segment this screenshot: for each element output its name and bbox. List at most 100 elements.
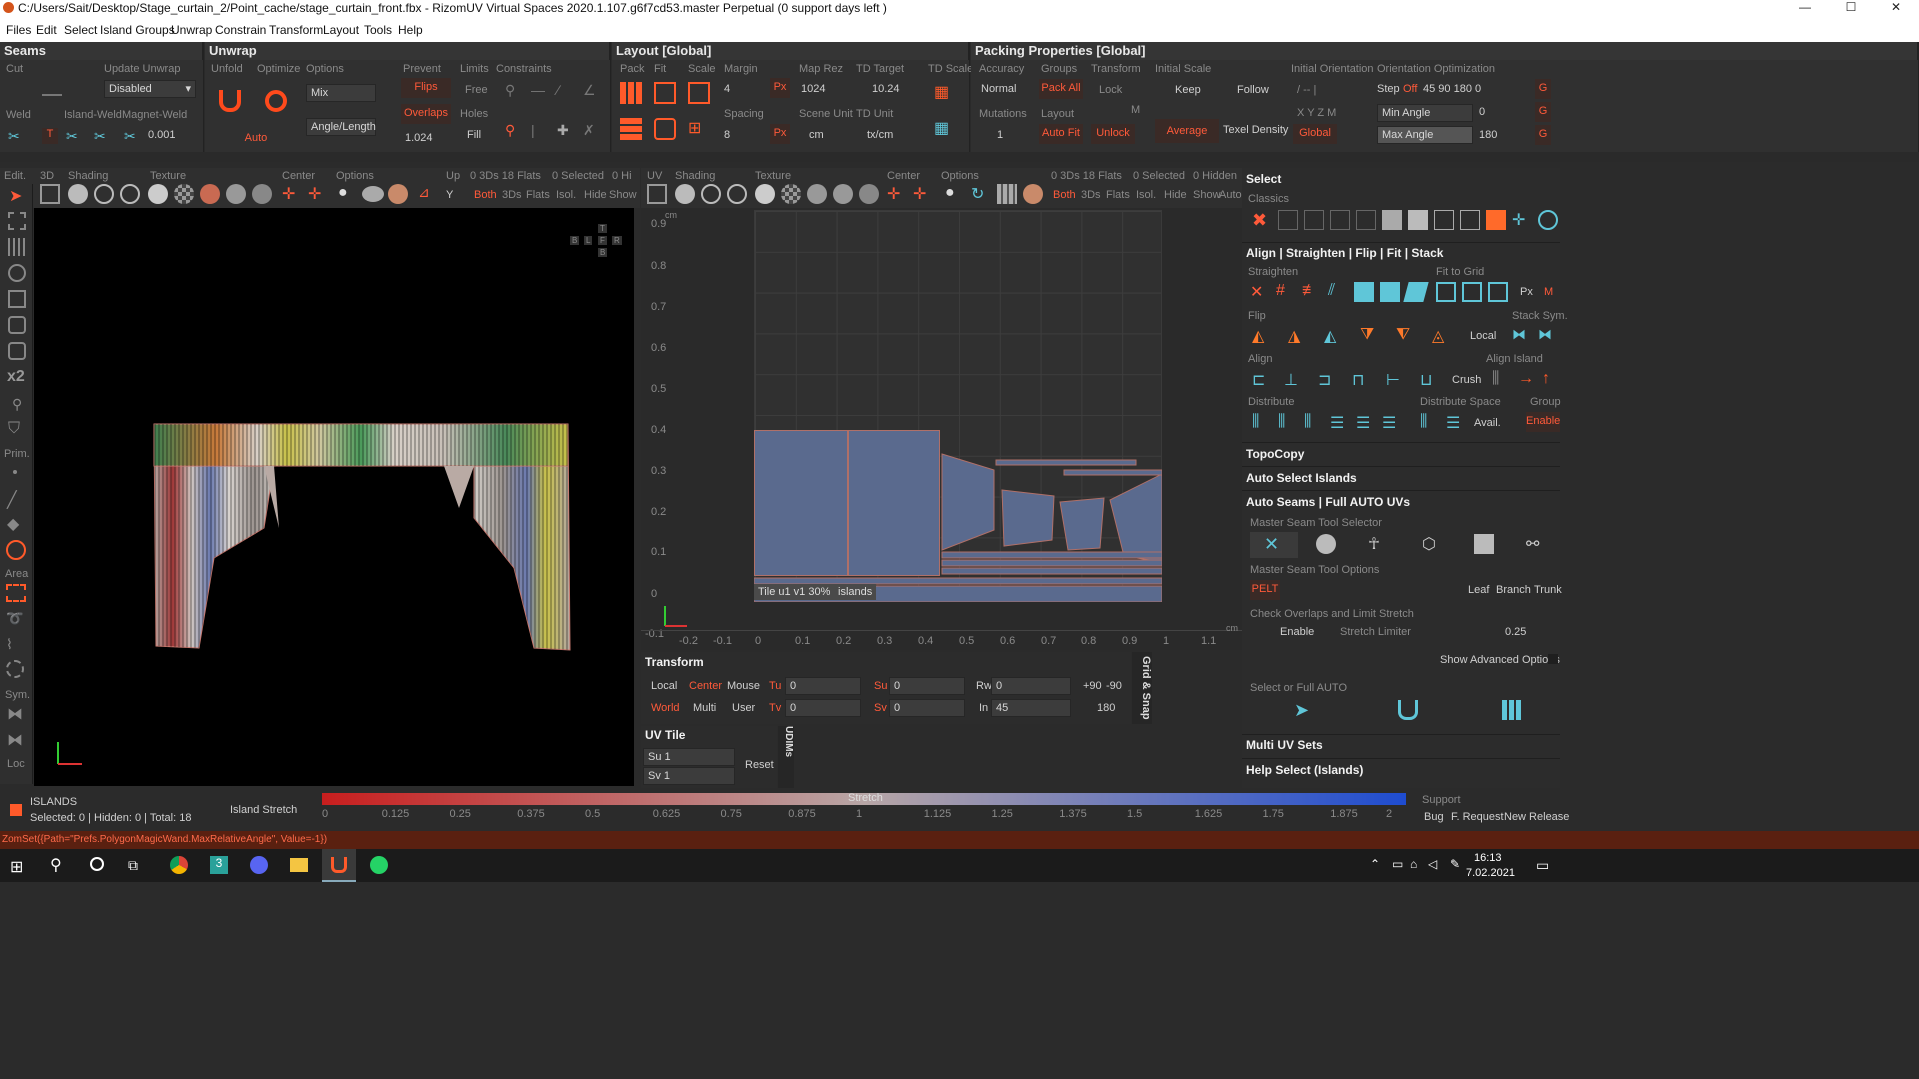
island-select-icon[interactable]: [8, 264, 26, 282]
checker-sphere-icon[interactable]: [174, 184, 194, 204]
auto-seams-section[interactable]: Auto Seams | Full AUTO UVs: [1246, 495, 1410, 509]
tray-battery-icon[interactable]: ▭: [1392, 857, 1403, 871]
maximize-button[interactable]: ☐: [1828, 0, 1874, 16]
stack-sym-1-icon[interactable]: ⧓: [1512, 326, 1532, 346]
stack-sym-2-icon[interactable]: ⧓: [1538, 326, 1558, 346]
select-columns-icon[interactable]: [1304, 210, 1324, 230]
pack-icon[interactable]: [620, 82, 642, 104]
select-similar-icon[interactable]: [1434, 210, 1454, 230]
step-values[interactable]: 45 90 180 0: [1423, 83, 1481, 95]
show-advanced-options-checkbox[interactable]: [1548, 654, 1558, 664]
show-button-3d[interactable]: Show: [609, 189, 637, 201]
crush-button[interactable]: Crush: [1452, 374, 1481, 386]
select-grid-icon[interactable]: [1278, 210, 1298, 230]
rotate-plus90-button[interactable]: +90: [1083, 680, 1102, 692]
shading-sphere-icon[interactable]: [68, 184, 88, 204]
threeds-toggle-uv[interactable]: 3Ds: [1081, 189, 1101, 201]
menu-constrain[interactable]: Constrain: [215, 23, 266, 37]
pack-2-icon[interactable]: [620, 118, 642, 140]
scale-2-icon[interactable]: ⊞: [688, 118, 710, 140]
polyline-lasso-icon[interactable]: ⌇: [6, 636, 13, 653]
unfold-icon[interactable]: [219, 90, 241, 112]
edge-constraint-icon[interactable]: —: [531, 82, 545, 98]
center-selection-icon[interactable]: ✛: [308, 184, 321, 204]
deselect-icon[interactable]: ✖: [1252, 210, 1267, 231]
fit-px-toggle[interactable]: Px: [1520, 286, 1533, 298]
uv-frame-icon[interactable]: [647, 184, 667, 204]
fill-button[interactable]: Fill: [467, 129, 481, 141]
clock-date[interactable]: 7.02.2021: [1466, 867, 1515, 879]
menu-transform[interactable]: Transform: [269, 23, 323, 37]
center-toggle[interactable]: Center: [689, 680, 722, 692]
isol-button-3d[interactable]: Isol.: [556, 189, 576, 201]
auto-button-uv[interactable]: Auto: [1219, 189, 1242, 201]
angle-length-field[interactable]: Angle/Length: [306, 118, 376, 136]
edge-icon[interactable]: ╱: [7, 490, 17, 510]
faces-select-icon[interactable]: [8, 238, 26, 256]
link-mode-icon[interactable]: ⚯: [1526, 534, 1546, 554]
rect-area-icon[interactable]: [6, 584, 26, 602]
flip-rot-icon[interactable]: ⧨: [1396, 326, 1416, 346]
fit-2-icon[interactable]: [654, 118, 676, 140]
file-explorer-icon[interactable]: [290, 858, 308, 872]
straighten-grid-icon[interactable]: [1354, 282, 1374, 302]
g-toggle-2[interactable]: G: [1535, 102, 1551, 122]
sv-button[interactable]: Sv: [874, 702, 887, 714]
select-invert-icon[interactable]: [1408, 210, 1428, 230]
threeds-toggle-3d[interactable]: 3Ds: [502, 189, 522, 201]
auto-select-islands-section[interactable]: Auto Select Islands: [1246, 471, 1357, 485]
uv-checker-sphere-icon[interactable]: [781, 184, 801, 204]
stretch-limiter-value[interactable]: 0.25: [1505, 626, 1526, 638]
world-toggle[interactable]: World: [651, 702, 680, 714]
flats-toggle-uv[interactable]: Flats: [1106, 189, 1130, 201]
fit-grid-2-icon[interactable]: [1462, 282, 1482, 302]
character-mode-icon[interactable]: ☥: [1368, 534, 1388, 554]
tv-field[interactable]: 0: [785, 699, 861, 717]
map-rez-value[interactable]: 1024: [801, 83, 825, 95]
uv-tile-reset-button[interactable]: Reset: [745, 759, 774, 771]
td-unit-select[interactable]: tx/cm: [867, 129, 893, 141]
help-select-section[interactable]: Help Select (Islands): [1246, 763, 1363, 777]
menu-island-groups[interactable]: Island Groups: [100, 23, 175, 37]
close-button[interactable]: ✕: [1873, 0, 1919, 16]
hide-button-uv[interactable]: Hide: [1164, 189, 1187, 201]
in-field[interactable]: 45: [991, 699, 1071, 717]
symmetry-2-icon[interactable]: ⧓: [7, 730, 23, 750]
material-sphere-icon[interactable]: [226, 184, 246, 204]
align-island-3-icon[interactable]: ↑: [1542, 370, 1562, 390]
cube-right[interactable]: R: [612, 236, 622, 245]
rotate-minus90-button[interactable]: -90: [1106, 680, 1122, 692]
straighten-skew-icon[interactable]: [1403, 282, 1429, 302]
island-weld-2-icon[interactable]: ✂: [94, 128, 106, 145]
margin-value[interactable]: 4: [724, 83, 730, 95]
island-stretch-select[interactable]: Island Stretch: [230, 804, 297, 816]
spacing-px-toggle[interactable]: Px: [770, 124, 790, 144]
select-arrow-icon[interactable]: ➤: [9, 186, 22, 206]
distribute-space-1-icon[interactable]: ⫼: [1420, 413, 1440, 433]
topocopy-section[interactable]: TopoCopy: [1246, 447, 1304, 461]
multi-toggle[interactable]: Multi: [693, 702, 716, 714]
align-island-1-icon[interactable]: ⫼: [1492, 370, 1512, 390]
magnet-weld-icon[interactable]: ✂: [124, 128, 136, 145]
notifications-icon[interactable]: ▭: [1536, 857, 1549, 874]
flats-toggle-3d[interactable]: Flats: [526, 189, 550, 201]
overlaps-toggle[interactable]: Overlaps: [401, 104, 451, 124]
td-scale-icon[interactable]: ▦: [934, 82, 956, 104]
global-toggle[interactable]: Global: [1293, 124, 1337, 144]
box-select-icon[interactable]: [8, 212, 26, 230]
menu-unwrap[interactable]: Unwrap: [171, 23, 212, 37]
mouse-toggle[interactable]: Mouse: [727, 680, 760, 692]
tray-pen-icon[interactable]: ✎: [1450, 857, 1460, 871]
cortana-icon[interactable]: [90, 857, 104, 871]
diagonal-constraint-icon[interactable]: ∕: [557, 82, 559, 98]
rw-field[interactable]: 0: [991, 677, 1071, 695]
clock-time[interactable]: 16:13: [1474, 852, 1502, 864]
bug-link[interactable]: Bug: [1424, 811, 1444, 823]
ground-icon[interactable]: [362, 186, 384, 202]
search-icon[interactable]: ⚲: [50, 855, 62, 875]
tab-uv[interactable]: UV: [647, 170, 662, 182]
select-overlap-icon[interactable]: [1486, 210, 1506, 230]
multi-uv-sets-section[interactable]: Multi UV Sets: [1246, 738, 1323, 752]
td-target-value[interactable]: 10.24: [872, 83, 900, 95]
uv-background-icon[interactable]: [1023, 184, 1043, 204]
